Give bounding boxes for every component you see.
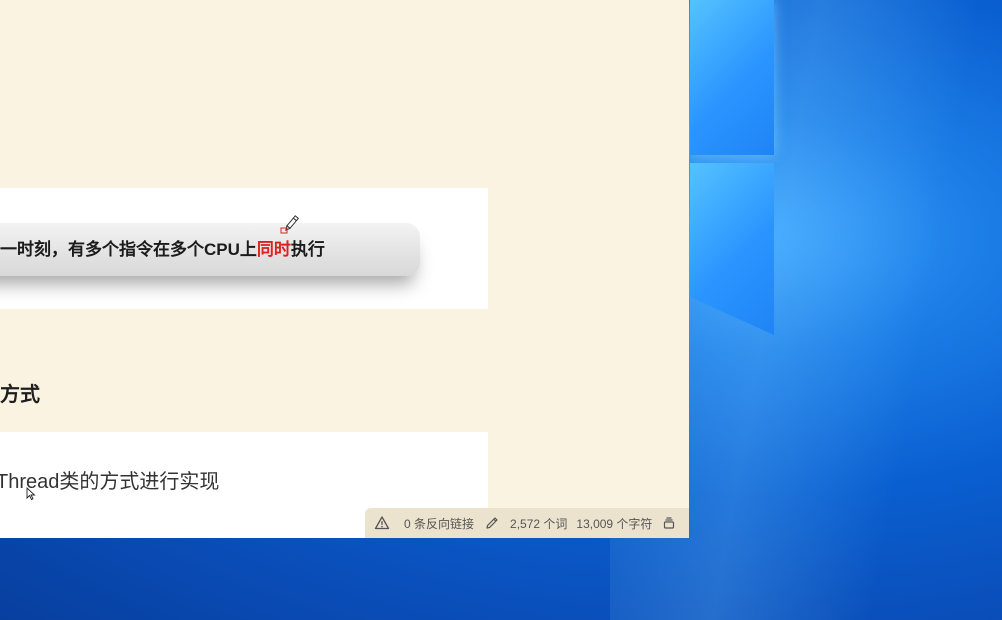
editor-window: 一时刻，有多个指令在多个CPU上同时执行 方式 Thread类的方式进行实现 0… [0,0,689,538]
embedded-image-concurrency[interactable]: 一时刻，有多个指令在多个CPU上同时执行 [0,188,488,309]
pen-cursor-icon [280,215,300,234]
section-heading: 方式 [0,384,40,406]
caption-suffix: 执行 [290,240,325,259]
pencil-icon[interactable] [484,515,500,531]
stack-icon[interactable] [661,515,677,531]
caption-prefix: 一时刻，有多个指令在多个CPU上 [0,240,257,259]
image-caption-bubble: 一时刻，有多个指令在多个CPU上同时执行 [0,223,420,276]
backlinks-count[interactable]: 0 条反向链接 [404,515,474,532]
windows-logo-pane-top [690,0,774,155]
warning-triangle-icon[interactable] [374,515,390,531]
word-count[interactable]: 2,572 个词 [510,515,567,532]
mouse-pointer-icon [26,487,36,501]
image-caption-text: 一时刻，有多个指令在多个CPU上同时执行 [0,223,325,276]
caption-highlight: 同时 [256,240,291,259]
status-bar: 0 条反向链接 2,572 个词 13,009 个字符 [365,508,689,538]
char-count[interactable]: 13,009 个字符 [576,515,652,532]
